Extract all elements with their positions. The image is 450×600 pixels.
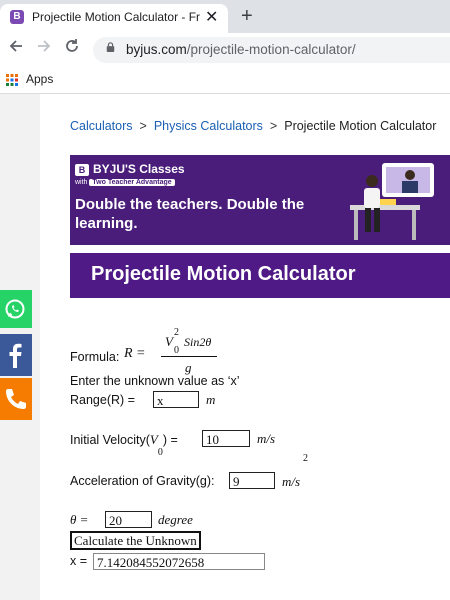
formula-sin: Sin2θ (184, 335, 212, 349)
phone-call-button[interactable] (0, 378, 32, 420)
page-title-bar: Projectile Motion Calculator (70, 253, 450, 298)
banner-brand-text: BYJU'S Classes (93, 162, 185, 176)
range-input[interactable]: x (153, 391, 199, 408)
facebook-share-button[interactable] (0, 334, 32, 376)
page-title: Projectile Motion Calculator (91, 263, 356, 285)
instruction-text: Enter the unknown value as ‘x’ (70, 374, 240, 388)
bookmarks-bar: Apps (0, 66, 450, 94)
forward-icon[interactable] (36, 38, 52, 59)
phone-icon (6, 389, 26, 409)
velocity-label-V: V (149, 432, 158, 447)
banner-brand: B BYJU'S Classes (75, 162, 185, 176)
formula-sup-2: 2 (174, 327, 179, 338)
formula-sub-0: 0 (174, 345, 179, 356)
theta-label: θ = (70, 512, 89, 527)
breadcrumb-physics-link[interactable]: Physics Calculators (154, 119, 263, 133)
gravity-input[interactable]: 9 (229, 472, 275, 489)
breadcrumb-calculators-link[interactable]: Calculators (70, 119, 133, 133)
result-output[interactable]: 7.142084552072658 (93, 553, 265, 570)
gravity-unit: m/s (282, 474, 301, 489)
banner-badge-pill: Two Teacher Advantage (89, 179, 175, 186)
theta-input[interactable]: 20 (105, 511, 152, 528)
theta-unit: degree (158, 512, 193, 527)
breadcrumb: Calculators > Physics Calculators > Projecti… (70, 119, 436, 133)
banner-badge-with: with (75, 179, 88, 186)
tab-strip: B Projectile Motion Calculator - Fre ✕ + (0, 0, 450, 33)
byjus-logo-icon: B (75, 163, 89, 176)
velocity-input[interactable]: 10 (202, 430, 250, 447)
byjus-favicon: B (10, 10, 24, 24)
whatsapp-icon (5, 299, 25, 319)
gravity-unit-superscript: 2 (303, 453, 308, 464)
apps-bookmark[interactable]: Apps (26, 72, 53, 86)
back-icon[interactable] (8, 38, 24, 59)
range-unit: m (206, 392, 216, 407)
breadcrumb-separator: > (139, 119, 147, 133)
promo-banner[interactable]: B BYJU'S Classes with Two Teacher Advanta… (70, 155, 450, 245)
url-path: /projectile-motion-calculator/ (186, 42, 356, 57)
velocity-label-pre: Initial Velocity( (70, 433, 150, 447)
velocity-unit: m/s (257, 431, 276, 446)
browser-tab[interactable]: B Projectile Motion Calculator - Fre ✕ (0, 4, 228, 33)
formula-fraction-line (161, 356, 217, 357)
calculate-button[interactable]: Calculate the Unknown (70, 531, 201, 550)
formula-lhs: R = (124, 346, 146, 361)
apps-grid-icon[interactable] (6, 74, 18, 86)
teachers-illustration-icon (350, 163, 434, 240)
tab-title: Projectile Motion Calculator - Fre (32, 10, 200, 24)
breadcrumb-current: Projectile Motion Calculator (284, 119, 437, 133)
new-tab-icon[interactable]: + (241, 5, 253, 28)
range-label: Range(R) = (70, 393, 135, 407)
page-content: Calculators > Physics Calculators > Projecti… (0, 94, 450, 600)
address-bar[interactable]: byjus.com/projectile-motion-calculator/ (93, 37, 450, 63)
velocity-label-sub: 0 (157, 447, 163, 458)
formula-label: Formula: (70, 350, 120, 364)
navigation-bar: byjus.com/projectile-motion-calculator/ (0, 33, 450, 66)
result-label: x = (70, 554, 88, 568)
banner-badge: with Two Teacher Advantage (75, 179, 175, 186)
url-domain: byjus.com (126, 42, 187, 57)
url-text: byjus.com/projectile-motion-calculator/ (126, 42, 356, 57)
reload-icon[interactable] (64, 38, 80, 59)
facebook-icon (9, 343, 22, 368)
lock-icon (106, 42, 115, 52)
close-tab-icon[interactable]: ✕ (205, 7, 218, 27)
velocity-label-post: ) = (162, 433, 178, 447)
whatsapp-share-button[interactable] (0, 290, 32, 328)
banner-headline: Double the teachers. Double the learning… (75, 196, 305, 232)
breadcrumb-separator: > (269, 119, 278, 133)
formula-numerator-V: V (165, 334, 173, 349)
velocity-label: Initial Velocity(V0) = (70, 432, 178, 458)
gravity-label: Acceleration of Gravity(g): (70, 474, 215, 488)
